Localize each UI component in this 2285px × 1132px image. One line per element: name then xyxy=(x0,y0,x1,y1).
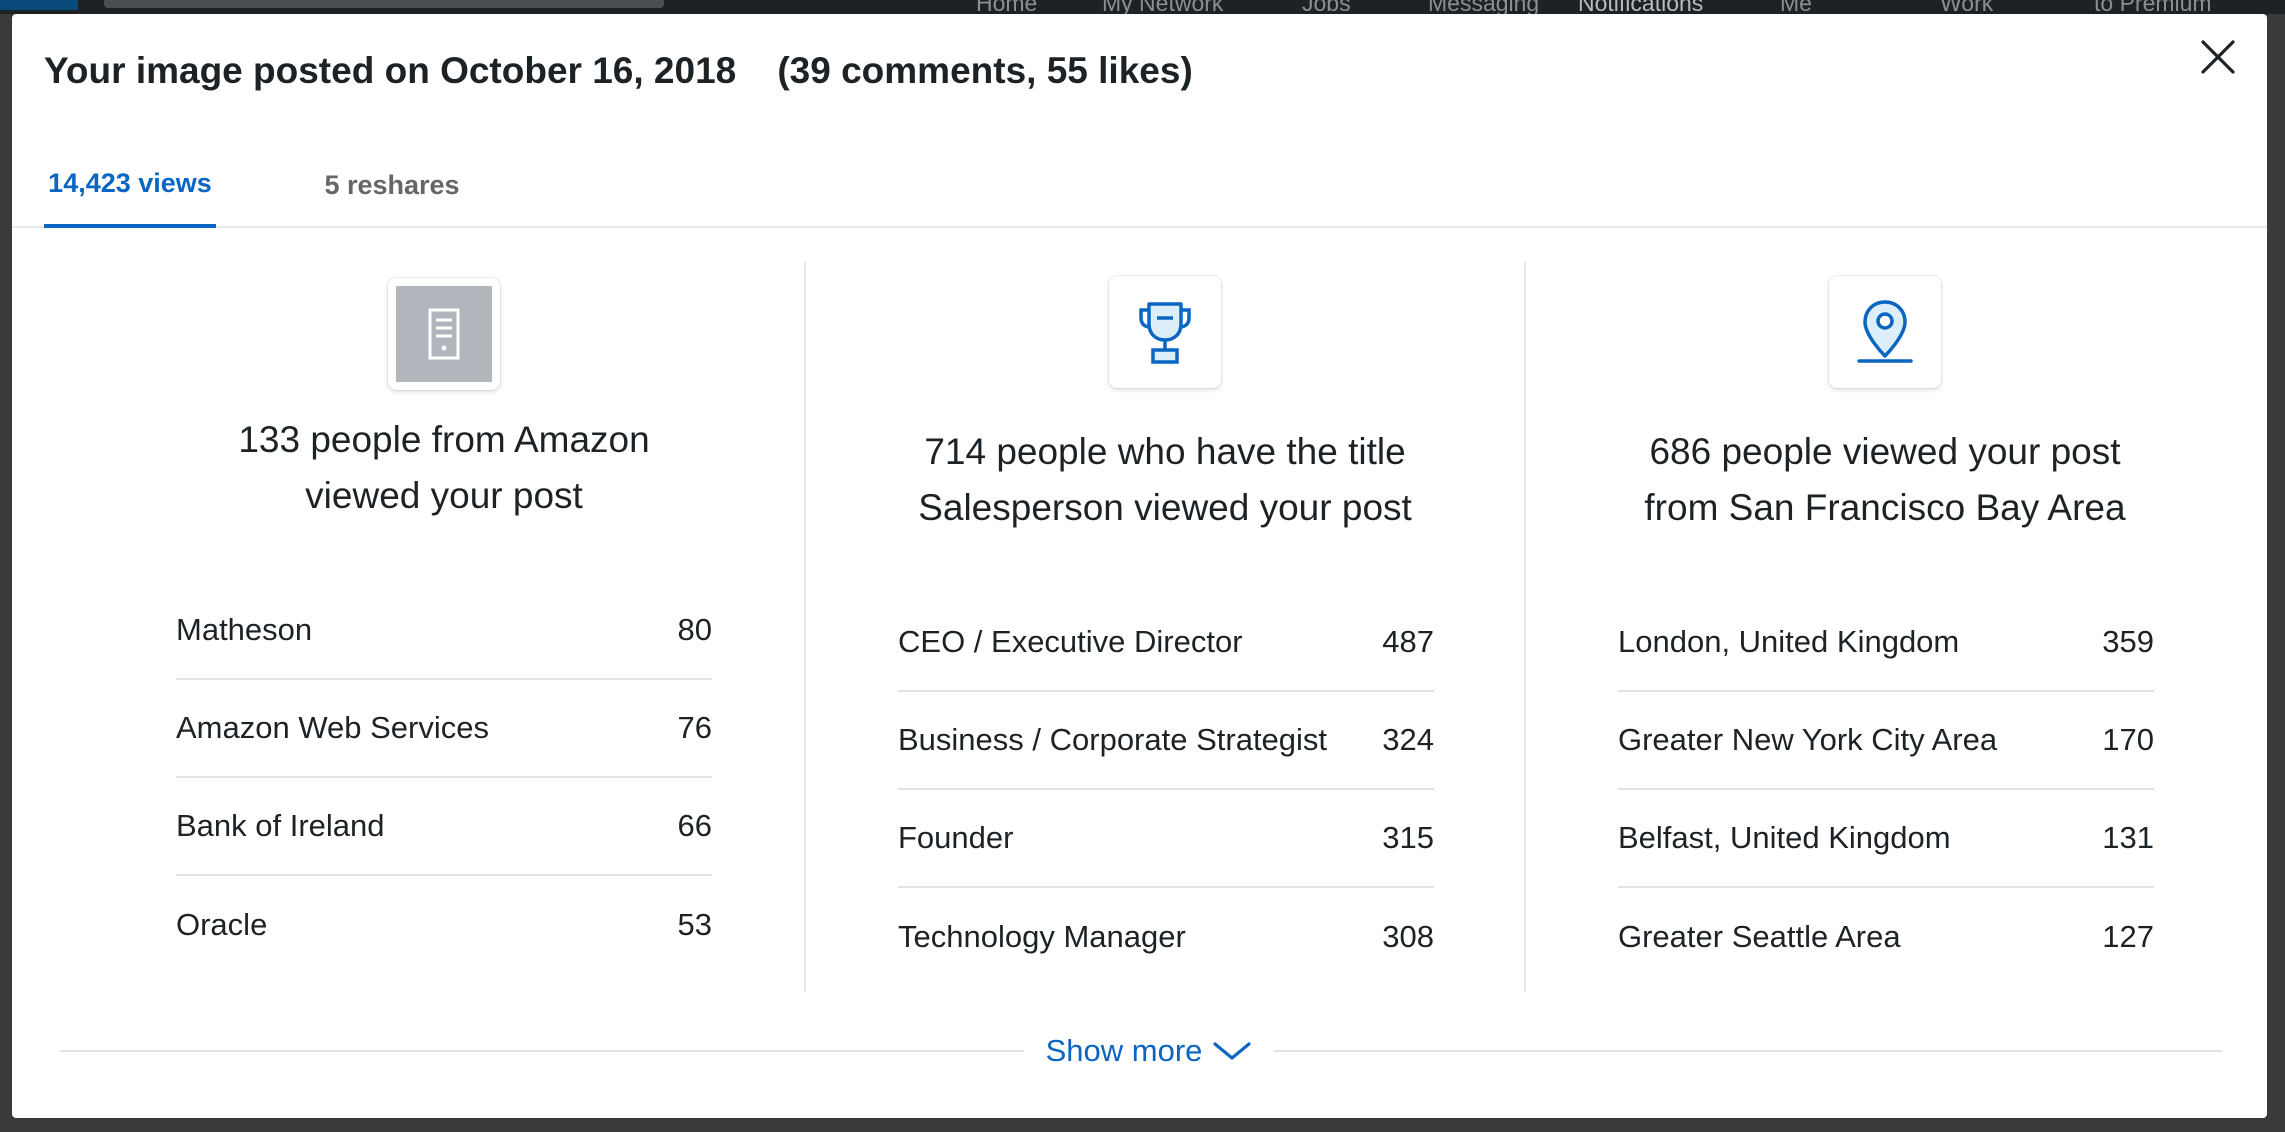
list-item: Founder 315 xyxy=(898,790,1434,888)
company-insight-column: 133 people from Amazon viewed your post … xyxy=(84,262,804,992)
location-icon-card xyxy=(1829,276,1941,388)
company-building-icon xyxy=(396,286,492,382)
list-item-label: Business / Corporate Strategist xyxy=(898,722,1328,757)
list-item-count: 308 xyxy=(1382,919,1434,954)
list-item-label: Amazon Web Services xyxy=(176,710,489,745)
list-item-label: Founder xyxy=(898,820,1014,855)
list-item: Business / Corporate Strategist 324 xyxy=(898,692,1434,790)
list-item-count: 170 xyxy=(2102,722,2154,757)
title-icon-card xyxy=(1109,276,1221,388)
list-item-label: Technology Manager xyxy=(898,919,1186,954)
list-item-count: 127 xyxy=(2102,919,2154,954)
list-item: Bank of Ireland 66 xyxy=(176,778,712,876)
list-item-label: Greater Seattle Area xyxy=(1618,919,1901,954)
list-item-label: Oracle xyxy=(176,907,268,942)
list-item-label: Matheson xyxy=(176,612,313,647)
show-more-label: Show more xyxy=(1045,1033,1203,1068)
location-insight-headline: 686 people viewed your post from San Fra… xyxy=(1644,431,2126,528)
post-analytics-modal: Your image posted on October 16, 2018 (3… xyxy=(12,14,2267,1118)
trophy-icon xyxy=(1139,302,1191,364)
close-button[interactable] xyxy=(2193,32,2243,82)
company-icon-card xyxy=(388,278,500,390)
tab-reshares[interactable]: 5 reshares xyxy=(312,142,472,228)
analytics-tabs: 14,423 views 5 reshares xyxy=(12,142,2267,228)
location-insight-column: 686 people viewed your post from San Fra… xyxy=(1524,262,2244,992)
list-item-label: CEO / Executive Director xyxy=(898,624,1243,659)
list-item-label: London, United Kingdom xyxy=(1618,624,1960,659)
tab-views[interactable]: 14,423 views xyxy=(44,142,216,228)
list-item-label: Belfast, United Kingdom xyxy=(1618,820,1951,855)
title-insight-headline: 714 people who have the title Salesperso… xyxy=(918,431,1412,528)
background-navbar: Home My Network Jobs Messaging Notificat… xyxy=(0,0,2285,16)
background-overlay-left xyxy=(0,14,12,1132)
list-item-count: 324 xyxy=(1382,722,1434,757)
title-breakdown-list: CEO / Executive Director 487 Business / … xyxy=(898,594,1434,986)
background-search-bar xyxy=(104,0,664,8)
show-more-button[interactable]: Show more xyxy=(1024,1026,1274,1076)
chevron-down-icon xyxy=(1213,1042,1251,1060)
list-item-count: 76 xyxy=(677,710,712,745)
close-icon xyxy=(2201,40,2235,74)
list-item-label: Bank of Ireland xyxy=(176,808,385,843)
list-item: Greater New York City Area 170 xyxy=(1618,692,2154,790)
list-item-count: 487 xyxy=(1382,624,1434,659)
title-insight-column: 714 people who have the title Salesperso… xyxy=(804,262,1524,992)
list-item: Belfast, United Kingdom 131 xyxy=(1618,790,2154,888)
list-item-count: 315 xyxy=(1382,820,1434,855)
list-item: Greater Seattle Area 127 xyxy=(1618,888,2154,986)
list-item-label: Greater New York City Area xyxy=(1618,722,1998,757)
list-item: CEO / Executive Director 487 xyxy=(898,594,1434,692)
list-item-count: 53 xyxy=(677,907,712,942)
location-breakdown-list: London, United Kingdom 359 Greater New Y… xyxy=(1618,594,2154,986)
background-logo xyxy=(0,0,78,10)
background-overlay-right xyxy=(2267,14,2285,1132)
list-item: Amazon Web Services 76 xyxy=(176,680,712,778)
list-item: London, United Kingdom 359 xyxy=(1618,594,2154,692)
list-item-count: 131 xyxy=(2102,820,2154,855)
list-item-count: 359 xyxy=(2102,624,2154,659)
list-item: Oracle 53 xyxy=(176,876,712,974)
list-item-count: 66 xyxy=(677,808,712,843)
list-item-count: 80 xyxy=(677,612,712,647)
list-item: Matheson 80 xyxy=(176,582,712,680)
background-overlay-bottom xyxy=(0,1118,2285,1132)
viewer-insights: 133 people from Amazon viewed your post … xyxy=(12,262,2267,992)
location-pin-icon xyxy=(1857,300,1913,363)
company-insight-headline: 133 people from Amazon viewed your post xyxy=(238,419,650,516)
list-item: Technology Manager 308 xyxy=(898,888,1434,986)
modal-title: Your image posted on October 16, 2018 (3… xyxy=(44,50,1193,91)
company-breakdown-list: Matheson 80 Amazon Web Services 76 Bank … xyxy=(176,582,712,974)
